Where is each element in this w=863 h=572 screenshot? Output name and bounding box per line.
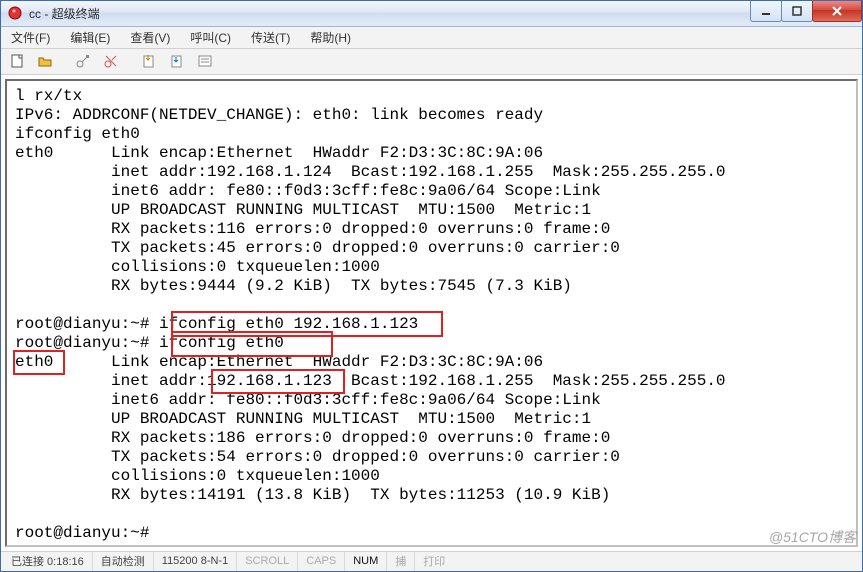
statusbar: 已连接 0:18:16 自动检测 115200 8-N-1 SCROLL CAP… — [1, 551, 862, 571]
highlight-box — [171, 311, 443, 337]
titlebar[interactable]: cc - 超级终端 — [1, 1, 862, 27]
status-serial: 115200 8-N-1 — [154, 552, 237, 571]
open-icon[interactable] — [33, 49, 57, 73]
disconnect-icon[interactable] — [99, 49, 123, 73]
new-icon[interactable] — [5, 49, 29, 73]
terminal-output[interactable]: l rx/tx IPv6: ADDRCONF(NETDEV_CHANGE): e… — [5, 79, 858, 547]
properties-icon[interactable] — [193, 49, 217, 73]
highlight-box — [211, 369, 345, 394]
menu-call[interactable]: 呼叫(C) — [184, 27, 237, 48]
status-caps: CAPS — [298, 552, 345, 571]
window-title: cc - 超级终端 — [29, 5, 100, 22]
menu-help[interactable]: 帮助(H) — [304, 27, 357, 48]
window-controls — [751, 1, 862, 22]
send-icon[interactable] — [137, 49, 161, 73]
app-icon — [7, 5, 23, 21]
maximize-button[interactable] — [781, 1, 813, 22]
status-connected: 已连接 0:18:16 — [3, 552, 93, 571]
status-detect: 自动检测 — [93, 552, 154, 571]
menu-view[interactable]: 查看(V) — [124, 27, 176, 48]
app-window: cc - 超级终端 文件(F) 编辑(E) 查看(V) 呼叫(C) 传送(T) … — [0, 0, 863, 572]
menu-edit[interactable]: 编辑(E) — [64, 27, 116, 48]
toolbar — [1, 49, 862, 75]
status-capture: 捕 — [387, 552, 415, 571]
connect-icon[interactable] — [71, 49, 95, 73]
close-button[interactable] — [812, 1, 862, 22]
status-scroll: SCROLL — [237, 552, 298, 571]
status-num: NUM — [345, 552, 387, 571]
terminal-area: l rx/tx IPv6: ADDRCONF(NETDEV_CHANGE): e… — [1, 75, 862, 551]
menubar: 文件(F) 编辑(E) 查看(V) 呼叫(C) 传送(T) 帮助(H) — [1, 27, 862, 49]
receive-icon[interactable] — [165, 49, 189, 73]
menu-file[interactable]: 文件(F) — [5, 27, 56, 48]
status-print: 打印 — [415, 552, 453, 571]
highlight-box — [171, 331, 333, 357]
minimize-button[interactable] — [750, 1, 782, 22]
menu-transfer[interactable]: 传送(T) — [245, 27, 296, 48]
highlight-box — [13, 350, 65, 375]
